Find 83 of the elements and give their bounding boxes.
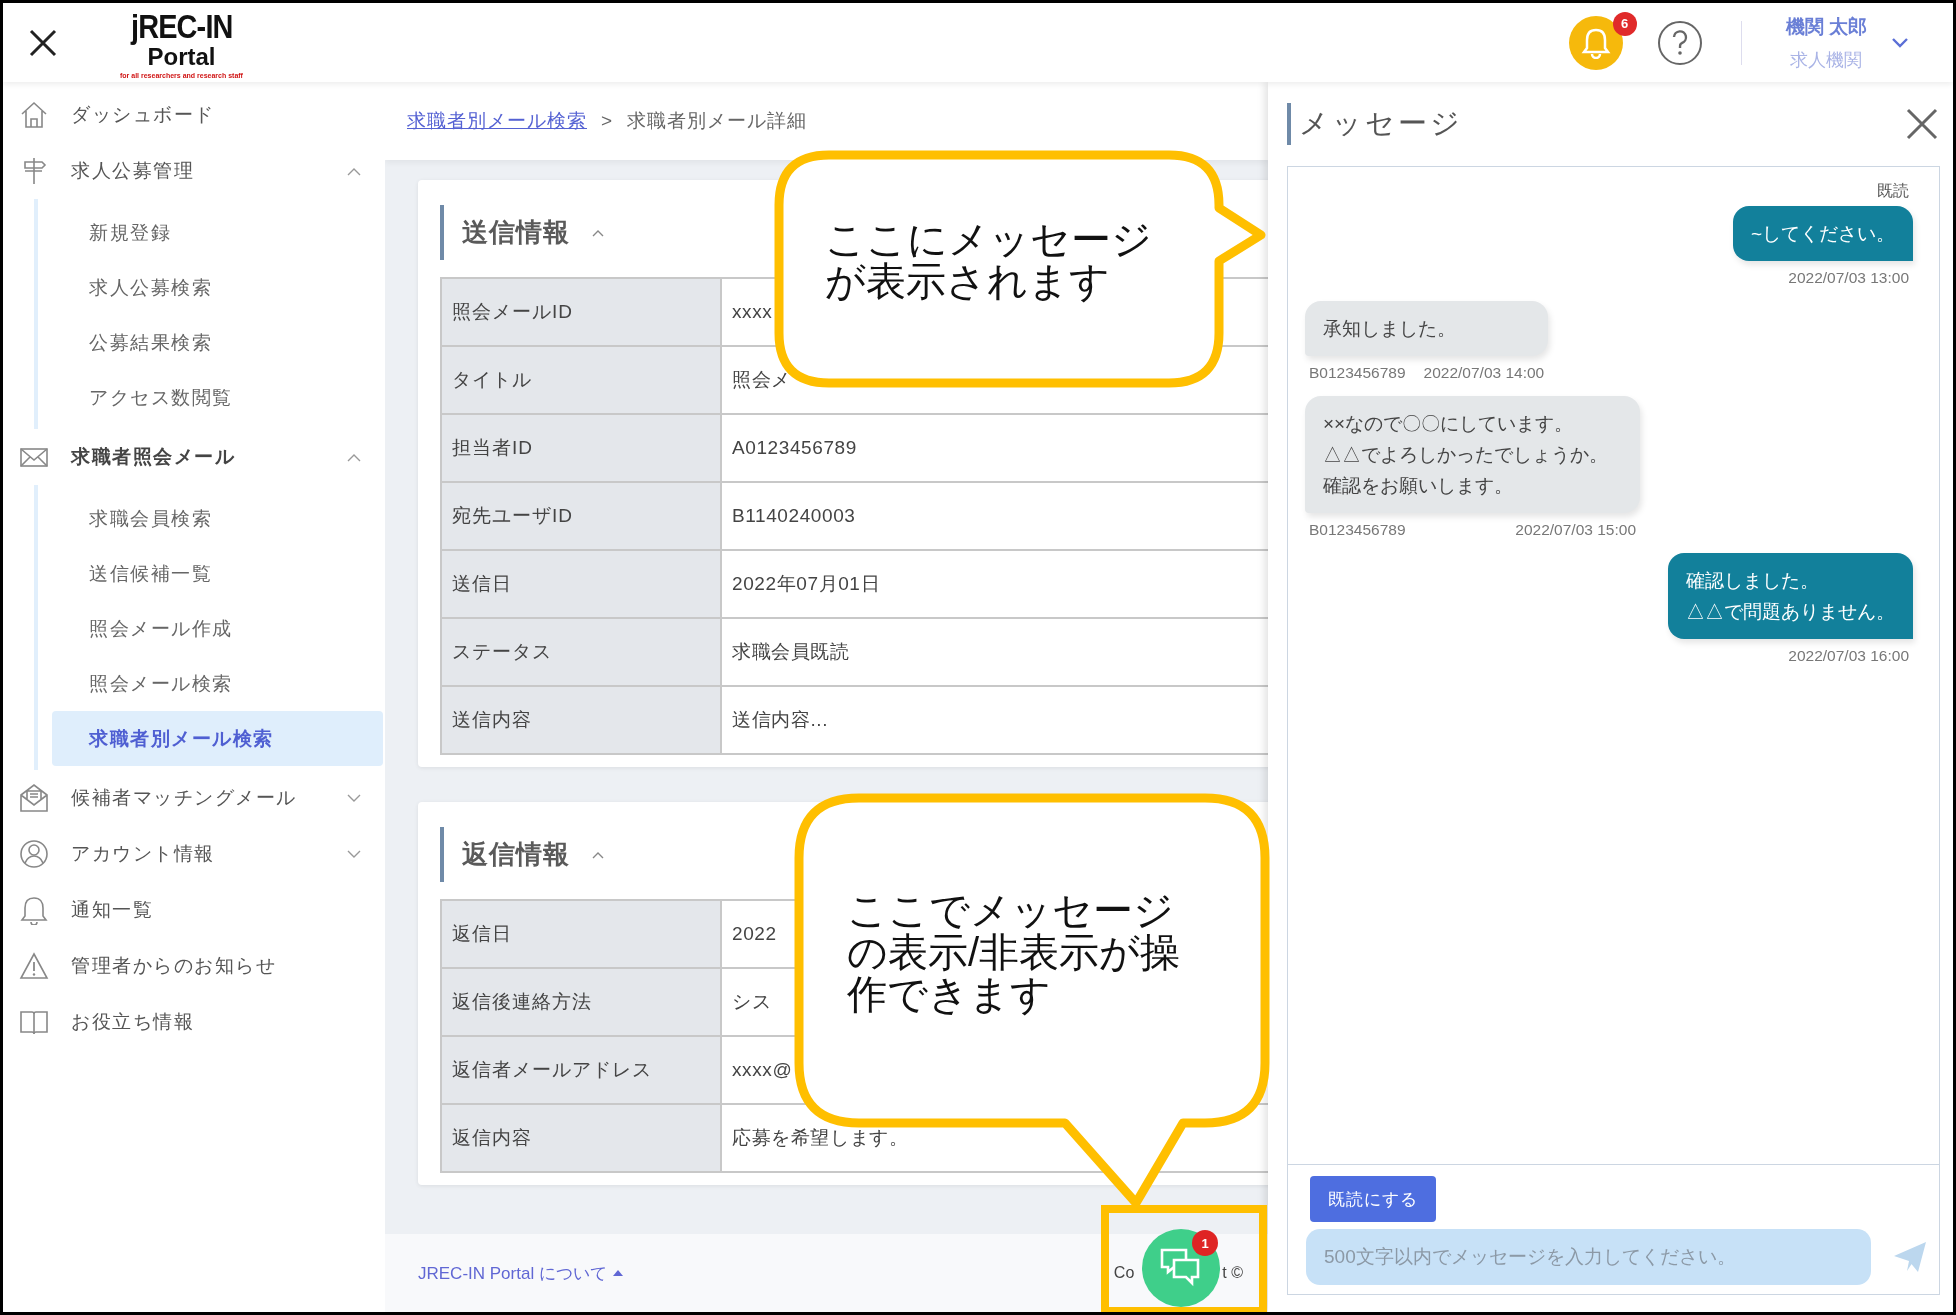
home-icon [19,100,49,130]
nav-subitem[interactable]: 照会メール検索 [52,656,383,711]
field-value: xxxx [732,301,773,323]
field-label: 返信者メールアドレス [442,1037,722,1105]
field-label: 宛先ユーザID [442,483,722,551]
message-time: 2022/07/03 15:00 [1515,521,1636,539]
help-icon[interactable] [1656,19,1703,66]
chevron-up-icon[interactable] [592,850,604,859]
message-line: 承知しました。 [1323,317,1457,341]
message-line: △△で問題ありません。 [1686,600,1895,624]
about-link[interactable]: JREC-IN Portal について [418,1261,623,1285]
field-label: 返信内容 [442,1105,722,1173]
field-value: シス [732,990,772,1014]
breadcrumb-current: 求職者別メール詳細 [627,109,808,133]
nav-item[interactable]: 求人公募管理 [3,143,385,199]
warning-icon [19,951,49,981]
field-label: 担当者ID [442,415,722,483]
sender-id: B0123456789 [1309,521,1406,539]
nav-subitem[interactable]: 求職者別メール検索 [52,711,383,766]
user-role: 求人機関 [1790,48,1863,72]
nav-item[interactable]: ダッシュボード [3,87,385,143]
nav-item[interactable]: 管理者からのお知らせ [3,938,385,994]
field-value: 2022 [732,923,777,945]
nav-subitem[interactable]: アクセス数閲覧 [52,370,383,425]
mark-read-button[interactable]: 既読にする [1310,1176,1436,1222]
notification-badge: 6 [1612,11,1637,36]
section-title: 返信情報 [462,838,570,871]
field-value: 求職会員既読 [732,640,850,664]
message-line: 確認をお願いします。 [1323,474,1514,498]
message-line: △△でよろしかったでしょうか。 [1323,443,1608,467]
panel-title: メッセージ [1287,103,1463,145]
open-envelope-icon [19,783,49,813]
sender-id: B0123456789 [1309,364,1406,382]
copyright-text: Co [1113,1264,1135,1282]
message-line: 確認しました。 [1686,569,1820,593]
chevron-down-icon[interactable] [1891,36,1909,49]
chat-badge: 1 [1192,1230,1218,1256]
nav-subitem[interactable]: 公募結果検索 [52,315,383,370]
nav-subitem[interactable]: 新規登録 [52,205,383,260]
close-icon[interactable] [28,27,58,58]
read-status: 既読 [1877,181,1909,201]
field-label: 送信日 [442,551,722,619]
user-name: 機関 太郎 [1785,14,1867,39]
nav-subitem[interactable]: 照会メール作成 [52,601,383,656]
copyright-text: t © [1222,1264,1243,1282]
bell-icon [1580,26,1611,59]
field-value: B1140240003 [732,505,856,527]
breadcrumb-link[interactable]: 求職者別メール検索 [407,108,587,134]
message-line: ~してください。 [1750,222,1895,246]
field-value: xxxx@ [732,1059,793,1081]
nav-item[interactable]: アカウント情報 [3,826,385,882]
chat-bubbles-icon [1160,1248,1202,1288]
field-value: 応募を希望します。 [732,1126,909,1150]
message-time: 2022/07/03 16:00 [1788,647,1909,665]
field-label: 返信後連絡方法 [442,969,722,1037]
message-time: 2022/07/03 13:00 [1788,269,1909,287]
field-value: 2022年07月01日 [732,572,881,596]
nav-subitem[interactable]: 求人公募検索 [52,260,383,315]
field-value: 送信内容... [732,708,829,732]
section-title: 送信情報 [462,216,570,249]
field-value: A0123456789 [732,437,857,459]
chevron-up-icon[interactable] [592,228,604,237]
callout-text: ここにメッセージが表示されます [825,218,1153,302]
nav-item[interactable]: お役立ち情報 [3,994,385,1050]
field-value: 照会メ [732,368,791,392]
nav-item[interactable]: 候補者マッチングメール [3,770,385,826]
field-label: 返信日 [442,901,722,969]
message-line: ××なので〇〇にしています。 [1323,412,1575,436]
message-input[interactable]: 500文字以内でメッセージを入力してください。 [1306,1229,1871,1285]
message-time: 2022/07/03 14:00 [1423,364,1545,382]
nav-item[interactable]: 求職者照会メール [3,429,385,485]
field-label: 照会メールID [442,279,722,347]
bell-icon [19,895,49,925]
nav-subitem[interactable]: 送信候補一覧 [52,546,383,601]
field-label: ステータス [442,619,722,687]
nav-subitem[interactable]: 求職会員検索 [52,491,383,546]
field-label: タイトル [442,347,722,415]
field-label: 送信内容 [442,687,722,755]
caret-up-icon [612,1270,623,1276]
person-circle-icon [19,839,49,869]
breadcrumb-separator: > [601,110,614,132]
callout-text: ここでメッセージの表示/非表示が操作できます [847,889,1182,1015]
nav-item[interactable]: 通知一覧 [3,882,385,938]
